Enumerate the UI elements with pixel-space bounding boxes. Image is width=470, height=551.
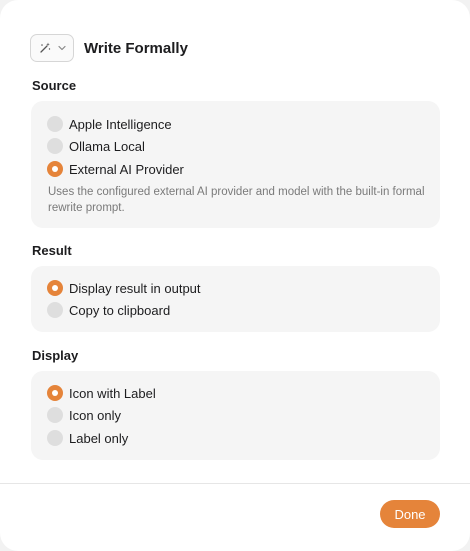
page-title: Write Formally — [84, 39, 188, 57]
radio-button-selected[interactable] — [47, 280, 63, 296]
source-option-external-ai-provider[interactable]: External AI Provider — [47, 160, 184, 178]
radio-button-selected[interactable] — [47, 385, 63, 401]
option-label: Copy to clipboard — [69, 302, 171, 318]
result-option-display-in-output[interactable]: Display result in output — [47, 279, 201, 297]
source-description: Uses the configured external AI provider… — [48, 186, 425, 214]
radio-button[interactable] — [47, 407, 63, 423]
display-option-label-only[interactable]: Label only — [47, 429, 128, 447]
radio-button[interactable] — [47, 430, 63, 446]
section-label-result: Result — [32, 243, 72, 258]
option-label: Display result in output — [69, 280, 201, 296]
radio-button[interactable] — [47, 302, 63, 318]
display-group: Icon with Label Icon only Label only — [31, 371, 440, 460]
done-button[interactable]: Done — [380, 500, 440, 528]
section-label-display: Display — [32, 348, 79, 363]
magic-wand-icon — [40, 42, 51, 53]
shortcut-settings-sheet: Write Formally Source Apple Intelligence… — [0, 0, 470, 551]
option-label: Icon only — [69, 407, 122, 423]
header: Write Formally — [30, 34, 188, 62]
option-label: Ollama Local — [69, 138, 145, 154]
option-label: Icon with Label — [69, 385, 156, 401]
radio-button-selected[interactable] — [47, 161, 63, 177]
section-label-source: Source — [32, 78, 77, 93]
source-group: Apple Intelligence Ollama Local External… — [31, 101, 440, 228]
footer-divider — [0, 483, 470, 484]
radio-button[interactable] — [47, 116, 63, 132]
source-option-apple-intelligence[interactable]: Apple Intelligence — [47, 115, 172, 133]
display-option-icon-only[interactable]: Icon only — [47, 406, 121, 424]
option-label: Label only — [69, 430, 129, 446]
chevron-down-icon — [58, 45, 66, 51]
display-option-icon-with-label[interactable]: Icon with Label — [47, 384, 156, 402]
source-option-ollama-local[interactable]: Ollama Local — [47, 137, 145, 155]
result-group: Display result in output Copy to clipboa… — [31, 266, 440, 332]
option-label: Apple Intelligence — [69, 116, 172, 132]
result-option-copy-to-clipboard[interactable]: Copy to clipboard — [47, 301, 170, 319]
option-label: External AI Provider — [69, 161, 184, 177]
icon-picker-button[interactable] — [30, 34, 74, 62]
radio-button[interactable] — [47, 138, 63, 154]
